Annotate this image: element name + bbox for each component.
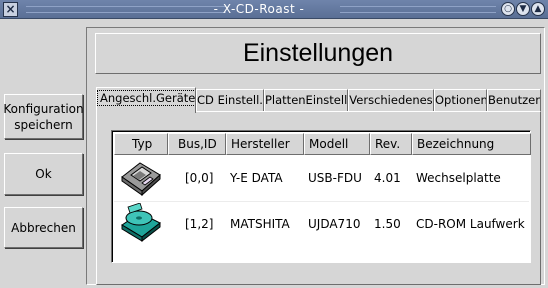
close-icon[interactable]: × — [3, 2, 18, 17]
vendor-cell: Y-E DATA — [230, 171, 283, 185]
save-config-label-line1: Konfiguration — [3, 101, 84, 116]
titlebar-decoration — [340, 6, 496, 13]
tab-options-label: Optionen — [435, 93, 487, 107]
ok-label: Ok — [35, 167, 52, 181]
save-config-label-line2: speichern — [14, 117, 73, 132]
tab-cd-settings[interactable]: CD Einstell. — [196, 89, 264, 111]
model-cell: USB-FDU — [308, 171, 362, 185]
cancel-button[interactable]: Abbrechen — [4, 207, 83, 248]
tab-devices-label: Angeschl.Geräte — [97, 90, 195, 106]
tab-options[interactable]: Optionen — [434, 89, 487, 111]
description-cell: Wechselplatte — [416, 171, 501, 185]
maximize-icon[interactable]: ▲ — [531, 2, 545, 16]
tab-cd-settings-label: CD Einstell. — [197, 93, 263, 107]
column-header-bus-id[interactable]: Bus,ID — [168, 133, 226, 155]
minimize-icon[interactable]: ▼ — [516, 2, 530, 16]
iconify-icon[interactable]: ○ — [501, 2, 515, 16]
table-header: Typ Bus,ID Hersteller Modell Rev. Bezeic… — [114, 133, 531, 155]
row-divider — [114, 201, 529, 202]
model-cell: UJDA710 — [308, 217, 361, 231]
tab-devices[interactable]: Angeschl.Geräte — [96, 87, 196, 113]
table-row[interactable]: [0,0] Y-E DATA USB-FDU 4.01 Wechselplatt… — [114, 157, 529, 200]
revision-cell: 1.50 — [374, 217, 401, 231]
column-header-model[interactable]: Modell — [304, 133, 370, 155]
save-config-button[interactable]: Konfiguration speichern — [3, 94, 84, 139]
tab-disk-settings-label: PlattenEinstell. — [265, 93, 348, 107]
window-titlebar[interactable]: × - X-CD-Roast - ○ ▼ ▲ — [0, 0, 548, 19]
column-header-description[interactable]: Bezeichnung — [412, 133, 531, 155]
devices-table: Typ Bus,ID Hersteller Modell Rev. Bezeic… — [111, 130, 531, 263]
ok-button[interactable]: Ok — [4, 153, 83, 195]
floppy-drive-icon — [118, 157, 168, 200]
vendor-cell: MATSHITA — [230, 217, 290, 231]
page-title: Einstellungen — [95, 33, 541, 74]
tab-users-label: Benutzer — [488, 93, 540, 107]
bus-id-cell: [1,2] — [185, 217, 214, 231]
tab-disk-settings[interactable]: PlattenEinstell. — [264, 89, 348, 111]
cancel-label: Abbrechen — [11, 220, 76, 235]
column-header-vendor[interactable]: Hersteller — [226, 133, 304, 155]
description-cell: CD-ROM Laufwerk — [416, 217, 525, 231]
tab-users[interactable]: Benutzer — [487, 89, 541, 111]
cd-rom-drive-icon — [118, 202, 168, 246]
revision-cell: 4.01 — [374, 171, 401, 185]
column-header-revision[interactable]: Rev. — [370, 133, 412, 155]
tab-misc[interactable]: Verschiedenes — [348, 89, 434, 111]
table-row[interactable]: [1,2] MATSHITA UJDA710 1.50 CD-ROM Laufw… — [114, 202, 529, 246]
bus-id-cell: [0,0] — [185, 171, 214, 185]
tab-misc-label: Verschiedenes — [349, 93, 433, 107]
column-header-type[interactable]: Typ — [114, 133, 168, 155]
